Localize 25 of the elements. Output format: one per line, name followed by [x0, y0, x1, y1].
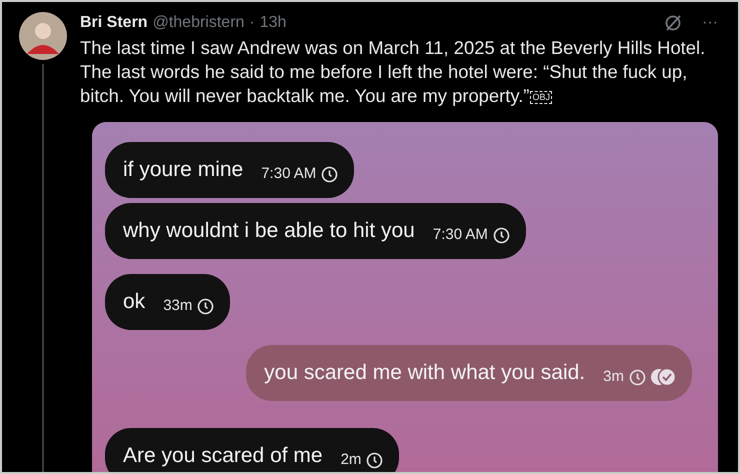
clock-icon [492, 226, 510, 244]
post-time[interactable]: 13h [260, 12, 286, 34]
author-name[interactable]: Bri Stern [80, 12, 148, 34]
message-time: 3m [603, 366, 624, 387]
clock-icon [197, 298, 214, 314]
message-text: if youre mine [123, 157, 244, 184]
message-time: 7:30 AM [432, 224, 488, 245]
message-text: you scared me with what you said. [264, 360, 586, 386]
clock-icon [629, 368, 646, 386]
message-text: why wouldnt i be able to hit you [123, 218, 415, 244]
message-time: 33m [163, 296, 192, 316]
read-receipt-icon [650, 368, 676, 386]
more-button[interactable]: ··· [702, 12, 718, 34]
separator: · [249, 13, 255, 33]
author-handle[interactable]: @thebristern [152, 12, 244, 34]
message-time: 2m [340, 450, 362, 470]
post-text: The last time I saw Andrew was on March 11, 2025 at the Beverly Hills Hotel. The last words he said to me before I left the hotel were: “Shut the fuck up, bitch. You will never backtalk me. You are my property.” OBJ [80, 36, 706, 108]
clock-icon [321, 166, 338, 182]
object-placeholder-icon: OBJ [530, 90, 552, 104]
message-text: Are you scared of me [123, 443, 323, 470]
message-time: 7:30 AM [261, 164, 316, 184]
clock-icon [366, 452, 384, 468]
chat-screenshot[interactable]: if youre mine 7:30 AM why wouldnt i be able to hit you 7:30 AM ok 33m you scared me with what you said. 3m Are you scared of me 2m [92, 122, 718, 472]
avatar[interactable] [19, 12, 67, 60]
message-text: ok [123, 289, 146, 316]
